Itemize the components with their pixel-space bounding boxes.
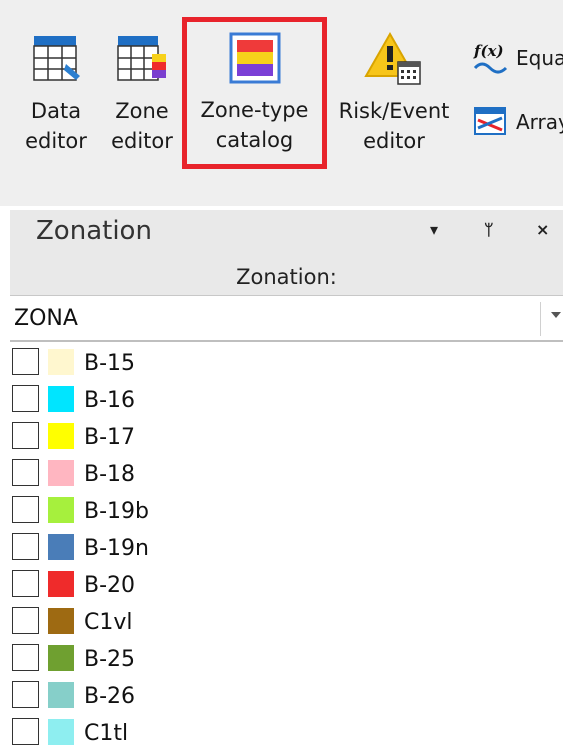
list-item[interactable]: B-19n [10,531,563,568]
zone-checkbox[interactable] [12,644,39,671]
list-item[interactable]: B-18 [10,457,563,494]
zone-color-swatch [48,571,74,597]
array-icon [474,107,506,135]
zone-label: C1vl [84,610,133,635]
zone-label: C1tl [84,721,129,746]
zone-editor-button[interactable]: Zone editor [104,18,180,170]
zone-checkbox[interactable] [12,422,39,449]
zone-checkbox[interactable] [12,718,39,745]
zonation-subheader: Zonation: [10,256,563,296]
data-editor-icon [33,36,80,81]
risk-event-editor-button[interactable]: Risk/Event editor [334,18,454,170]
zone-label: B-19b [84,499,149,524]
zone-color-swatch [48,682,74,708]
zone-label: B-15 [84,351,136,376]
zone-color-swatch [48,386,74,412]
zone-label: B-18 [84,462,136,487]
function-icon: f(x) [473,42,508,74]
chevron-down-icon[interactable] [551,312,561,318]
zone-color-swatch [48,534,74,560]
equation-label: Equa [516,46,563,70]
list-item[interactable]: B-20 [10,568,563,605]
list-item[interactable]: B-26 [10,679,563,716]
zone-checkbox[interactable] [12,570,39,597]
array-label: Array [516,110,563,134]
zone-color-swatch [48,497,74,523]
zone-label: B-17 [84,425,136,450]
zone-type-catalog-icon [229,32,280,84]
zone-label: B-16 [84,388,136,413]
zone-color-swatch [48,349,74,375]
zone-checkbox[interactable] [12,607,39,634]
panel-title: Zonation [36,216,152,246]
zone-label: B-25 [84,647,136,672]
zone-editor-icon [117,36,166,81]
list-item[interactable]: C1tl [10,716,563,749]
list-item[interactable]: B-19b [10,494,563,531]
zone-checkbox[interactable] [12,681,39,708]
zonation-label: Zonation: [236,265,337,289]
zone-label: B-20 [84,573,136,598]
combo-divider [540,302,541,336]
zone-checkbox[interactable] [12,348,39,375]
zone-label: B-19n [84,536,149,561]
data-editor-label: Data editor [25,99,87,153]
close-icon[interactable]: × [536,220,549,239]
zone-checkbox[interactable] [12,533,39,560]
data-editor-button[interactable]: Data editor [8,18,104,170]
zone-color-swatch [48,423,74,449]
list-item[interactable]: B-17 [10,420,563,457]
panel-menu-icon[interactable]: ▾ [430,220,438,239]
zone-color-swatch [48,460,74,486]
zonation-panel-header: Zonation ▾ ᛘ × [10,210,563,256]
list-item[interactable]: B-25 [10,642,563,679]
pin-icon[interactable]: ᛘ [484,220,494,239]
zone-checkbox[interactable] [12,496,39,523]
zone-type-catalog-button[interactable]: Zone-type catalog [182,17,327,169]
list-item[interactable]: C1vl [10,605,563,642]
equation-button[interactable]: f(x) Equa [472,38,563,78]
zonation-select[interactable]: ZONA [10,296,563,342]
warning-calendar-icon [364,31,421,85]
zone-checkbox[interactable] [12,385,39,412]
zone-type-catalog-label: Zone-type catalog [200,98,309,152]
zone-color-swatch [48,719,74,745]
zone-color-swatch [48,608,74,634]
zone-editor-label: Zone editor [111,99,173,153]
zone-color-swatch [48,645,74,671]
zonation-select-value: ZONA [14,306,78,331]
zone-label: B-26 [84,684,136,709]
zone-checkbox[interactable] [12,459,39,486]
list-item[interactable]: B-16 [10,383,563,420]
svg-text:f(x): f(x) [473,42,504,60]
ribbon-toolbar: Data editor Zone editor Zone-type catalog [0,0,563,206]
list-item[interactable]: B-15 [10,346,563,383]
risk-event-editor-label: Risk/Event editor [338,99,450,153]
array-button[interactable]: Array [472,102,563,142]
